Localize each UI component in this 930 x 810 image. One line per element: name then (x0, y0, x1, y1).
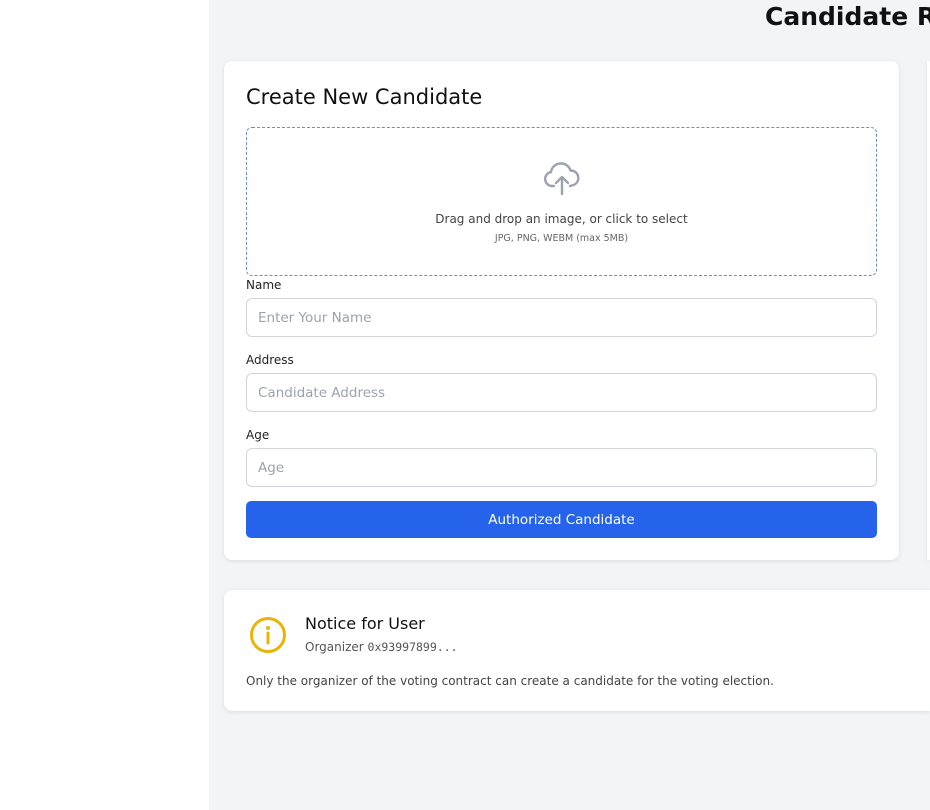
notice-organizer: Organizer 0x93997899... (305, 640, 458, 654)
age-label: Age (246, 428, 270, 442)
name-input[interactable] (246, 298, 877, 337)
page-title: Candidate Re (765, 2, 930, 31)
card-title: Create New Candidate (246, 85, 483, 109)
dropzone-text: Drag and drop an image, or click to sele… (435, 212, 688, 226)
organizer-label: Organizer (305, 640, 364, 654)
info-icon (250, 617, 286, 653)
create-candidate-card: Create New Candidate Drag and drop an im… (224, 61, 899, 560)
address-input[interactable] (246, 373, 877, 412)
notice-text: Only the organizer of the voting contrac… (246, 674, 774, 688)
image-dropzone[interactable]: Drag and drop an image, or click to sele… (246, 127, 877, 276)
cloud-upload-icon (543, 162, 580, 196)
dropzone-hint: JPG, PNG, WEBM (max 5MB) (494, 233, 629, 244)
left-blank-pane (0, 0, 209, 810)
notice-card: Notice for User Organizer 0x93997899... … (224, 590, 930, 711)
age-input[interactable] (246, 448, 877, 487)
address-label: Address (246, 353, 294, 367)
organizer-address: 0x93997899... (367, 640, 458, 654)
page: Candidate Re Create New Candidate Drag a… (0, 0, 930, 810)
notice-title: Notice for User (305, 614, 425, 633)
authorize-candidate-button[interactable]: Authorized Candidate (246, 501, 877, 538)
name-label: Name (246, 278, 282, 292)
